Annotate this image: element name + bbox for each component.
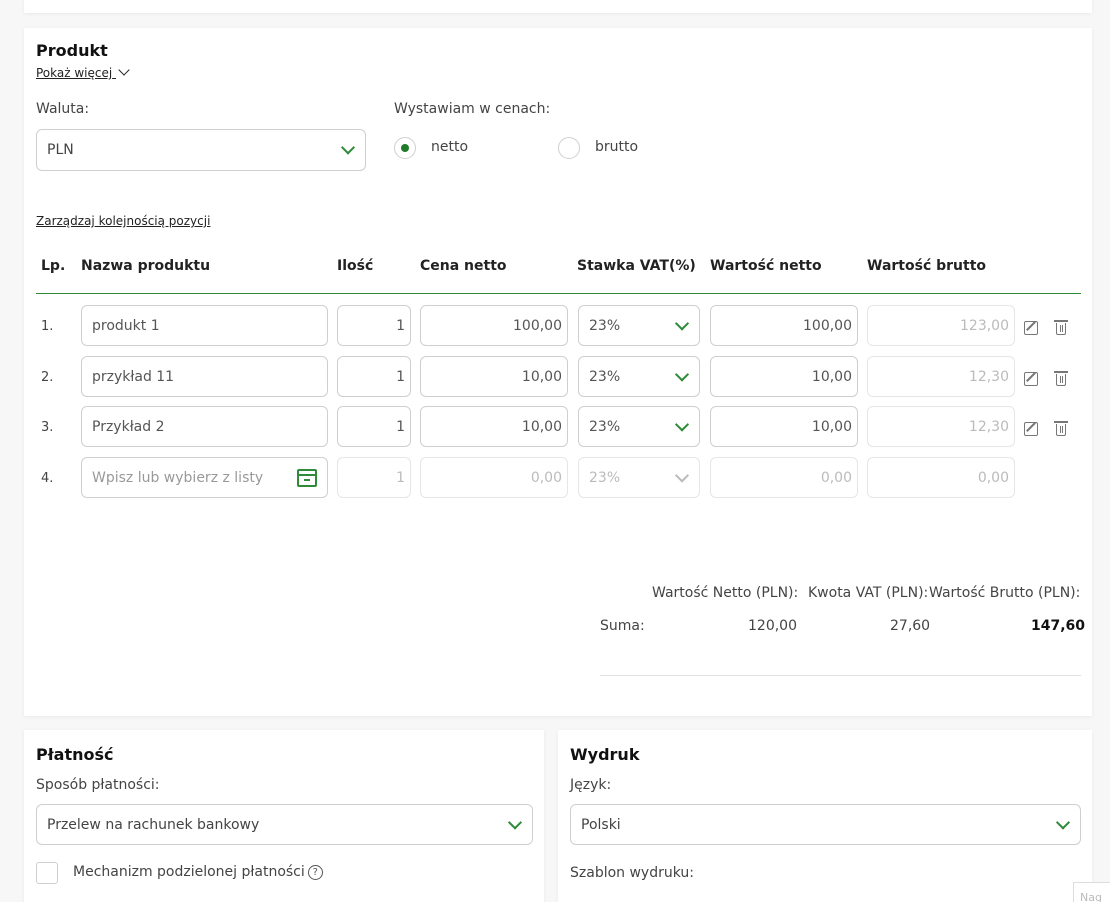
net-value-input[interactable]: 10,00: [710, 356, 858, 397]
vat-select[interactable]: 23%: [578, 356, 700, 397]
payment-section: Płatność Sposób płatności: Przelew na ra…: [24, 730, 544, 902]
vat-value: 23%: [589, 368, 621, 385]
vat-select: 23%: [578, 457, 700, 498]
product-title: Produkt: [36, 41, 108, 60]
gross-value-field: 0,00: [867, 457, 1015, 498]
product-section: Produkt Pokaż więcej Waluta: PLN Wystawi…: [24, 28, 1092, 716]
gross-value-field: 12,30: [867, 406, 1015, 447]
language-value: Polski: [581, 816, 621, 833]
print-title: Wydruk: [570, 745, 640, 764]
radio-selected-dot: [401, 144, 409, 152]
currency-select[interactable]: PLN: [36, 129, 366, 171]
col-vat: Stawka VAT(%): [577, 258, 696, 274]
summary-net-label: Wartość Netto (PLN):: [652, 585, 799, 601]
qty-input: 1: [337, 457, 411, 498]
chevron-down-icon: [674, 315, 690, 331]
trash-icon[interactable]: [1054, 371, 1068, 386]
table-row-new: 4. Wpisz lub wybierz z listy 1 0,00 23% …: [24, 457, 1092, 499]
radio-netto-label: netto: [431, 139, 469, 155]
radio-brutto[interactable]: [558, 137, 580, 159]
col-qty: Ilość: [337, 258, 374, 274]
chevron-down-icon: [507, 814, 523, 830]
net-value-input: 0,00: [710, 457, 858, 498]
col-price: Cena netto: [420, 258, 507, 274]
price-mode-label: Wystawiam w cenach:: [394, 101, 551, 117]
chevron-down-icon: [118, 64, 130, 76]
vat-value: 23%: [589, 317, 621, 334]
trash-icon[interactable]: [1054, 320, 1068, 335]
manage-order-link[interactable]: Zarządzaj kolejnością pozycji: [36, 214, 210, 228]
edit-icon[interactable]: [1024, 321, 1038, 335]
vat-value: 23%: [589, 469, 621, 486]
edit-icon[interactable]: [1024, 372, 1038, 386]
qty-input[interactable]: 1: [337, 356, 411, 397]
split-payment-text: Mechanizm podzielonej płatności: [73, 864, 305, 880]
summary-vat-label: Kwota VAT (PLN):: [808, 585, 929, 601]
vat-value: 23%: [589, 418, 621, 435]
product-name-input[interactable]: Przykład 2: [81, 406, 328, 447]
table-header-divider: [36, 293, 1081, 294]
summary-net-value: 120,00: [748, 618, 797, 634]
split-payment-label: Mechanizm podzielonej płatności?: [73, 864, 323, 880]
chevron-down-icon: [1055, 814, 1071, 830]
gross-value-field: 12,30: [867, 356, 1015, 397]
archive-box-icon[interactable]: [297, 469, 317, 487]
price-input[interactable]: 10,00: [420, 406, 568, 447]
language-label: Język:: [570, 777, 612, 793]
payment-method-select[interactable]: Przelew na rachunek bankowy: [36, 804, 533, 845]
chevron-down-icon: [340, 140, 356, 155]
row-lp: 4.: [41, 471, 54, 486]
print-section: Wydruk Język: Polski Szablon wydruku:: [558, 730, 1092, 902]
summary-divider: [600, 675, 1081, 676]
chevron-down-icon: [674, 366, 690, 382]
price-input[interactable]: 10,00: [420, 356, 568, 397]
row-lp: 2.: [41, 370, 54, 385]
currency-value: PLN: [47, 142, 74, 158]
previous-section-card: [24, 0, 1092, 13]
col-name: Nazwa produktu: [81, 258, 211, 274]
product-name-placeholder: Wpisz lub wybierz z listy: [92, 469, 264, 486]
vat-select[interactable]: 23%: [578, 305, 700, 346]
qty-input[interactable]: 1: [337, 305, 411, 346]
product-name-input[interactable]: Wpisz lub wybierz z listy: [81, 457, 328, 498]
radio-netto[interactable]: [394, 137, 416, 159]
price-input[interactable]: 100,00: [420, 305, 568, 346]
edit-icon[interactable]: [1024, 422, 1038, 436]
payment-title: Płatność: [36, 745, 114, 764]
col-lp: Lp.: [41, 258, 66, 274]
show-more-label: Pokaż więcej: [36, 66, 113, 80]
net-value-input[interactable]: 10,00: [710, 406, 858, 447]
table-row: 1. produkt 1 1 100,00 23% 100,00 123,00: [24, 305, 1092, 347]
table-row: 2. przykład 11 1 10,00 23% 10,00 12,30: [24, 356, 1092, 398]
chevron-down-icon: [674, 416, 690, 432]
row-lp: 3.: [41, 420, 54, 435]
col-net: Wartość netto: [710, 258, 822, 274]
trash-icon[interactable]: [1054, 421, 1068, 436]
net-value-input[interactable]: 100,00: [710, 305, 858, 346]
print-template-label: Szablon wydruku:: [570, 865, 694, 881]
col-gross: Wartość brutto: [867, 258, 987, 274]
summary-sum-label: Suma:: [600, 618, 645, 634]
row-lp: 1.: [41, 319, 54, 334]
price-input: 0,00: [420, 457, 568, 498]
chevron-down-icon: [674, 467, 690, 483]
language-select[interactable]: Polski: [570, 804, 1081, 845]
corner-tab[interactable]: Nag: [1073, 882, 1110, 902]
radio-brutto-label: brutto: [595, 139, 639, 155]
gross-value-field: 123,00: [867, 305, 1015, 346]
product-name-input[interactable]: produkt 1: [81, 305, 328, 346]
currency-label: Waluta:: [36, 101, 90, 117]
help-icon[interactable]: ?: [307, 865, 323, 880]
table-row: 3. Przykład 2 1 10,00 23% 10,00 12,30: [24, 406, 1092, 448]
split-payment-checkbox[interactable]: [36, 862, 58, 884]
summary-gross-value: 147,60: [1031, 618, 1086, 634]
payment-method-value: Przelew na rachunek bankowy: [47, 816, 260, 833]
vat-select[interactable]: 23%: [578, 406, 700, 447]
show-more-link[interactable]: Pokaż więcej: [36, 64, 130, 80]
product-name-input[interactable]: przykład 11: [81, 356, 328, 397]
payment-method-label: Sposób płatności:: [36, 777, 160, 793]
summary-vat-value: 27,60: [890, 618, 931, 634]
qty-input[interactable]: 1: [337, 406, 411, 447]
summary-gross-label: Wartość Brutto (PLN):: [929, 585, 1081, 601]
